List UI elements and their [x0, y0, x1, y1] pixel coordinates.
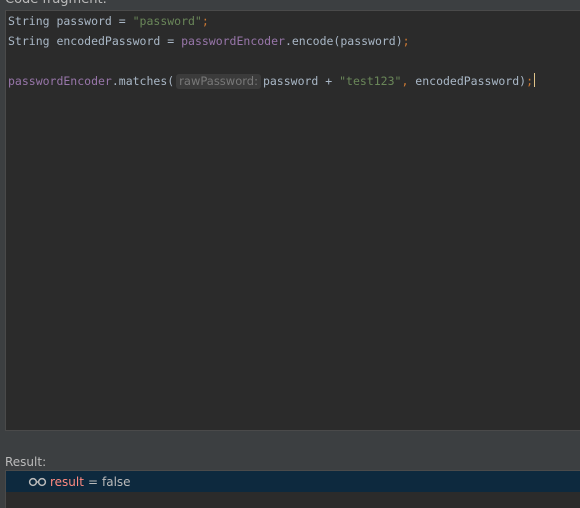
code-token: String password = [8, 14, 133, 28]
code-token: encodedPassword) [408, 74, 527, 88]
code-line-4: passwordEncoder.matches(rawPassword: pass… [8, 71, 536, 91]
result-equals: = [87, 474, 99, 489]
semicolon: ; [402, 34, 410, 48]
result-row[interactable]: result = false [6, 471, 580, 492]
code-token: .matches( [111, 74, 175, 88]
code-editor[interactable]: String password = "password"; String enc… [5, 10, 580, 431]
result-variable-name: result [50, 474, 84, 489]
header-label: Code fragment: [5, 0, 107, 8]
result-label: Result: [5, 455, 47, 469]
field-reference: passwordEncoder [181, 34, 285, 48]
result-value: false [102, 474, 131, 489]
watch-glasses-icon [28, 477, 47, 486]
text-caret [534, 73, 536, 87]
code-line-2: String encodedPassword = passwordEncoder… [8, 31, 410, 51]
code-token: password + [262, 74, 340, 88]
semicolon: ; [201, 14, 209, 28]
parameter-hint: rawPassword: [176, 74, 261, 89]
string-literal: "test123" [339, 74, 402, 88]
semicolon: ; [526, 74, 534, 88]
code-token: .encode(password) [284, 34, 403, 48]
string-literal: "password" [132, 14, 202, 28]
result-panel[interactable]: result = false [5, 470, 580, 508]
field-reference: passwordEncoder [8, 74, 112, 88]
code-line-1: String password = "password"; [8, 11, 209, 31]
code-token: String encodedPassword = [8, 34, 182, 48]
